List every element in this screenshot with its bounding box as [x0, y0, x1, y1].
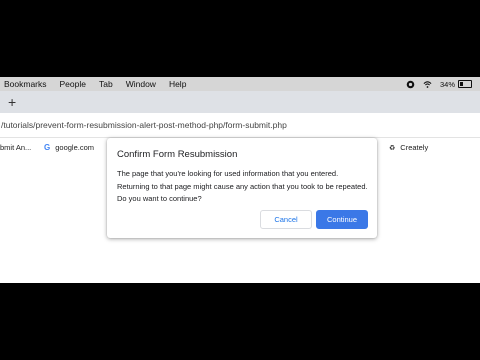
- dialog-title: Confirm Form Resubmission: [117, 149, 238, 160]
- battery-icon[interactable]: [458, 80, 472, 88]
- google-icon: G: [44, 143, 51, 152]
- confirm-dialog: Confirm Form Resubmission The page that …: [107, 138, 377, 238]
- menu-people[interactable]: People: [60, 79, 86, 89]
- bookmark-google[interactable]: G google.com: [44, 143, 94, 152]
- creately-icon: ♻: [389, 144, 396, 152]
- dialog-message: The page that you're looking for used in…: [117, 169, 368, 203]
- menu-tab[interactable]: Tab: [99, 79, 113, 89]
- bookmark-label: Creately: [400, 143, 429, 152]
- address-bar[interactable]: /tutorials/prevent-form-resubmission-ale…: [0, 113, 480, 138]
- wifi-icon[interactable]: [423, 80, 432, 89]
- continue-button[interactable]: Continue: [316, 210, 368, 229]
- cancel-button[interactable]: Cancel: [260, 210, 312, 229]
- browser-window: Bookmarks People Tab Window Help 34% + /…: [0, 77, 480, 283]
- menu-window[interactable]: Window: [126, 79, 156, 89]
- new-tab-button[interactable]: +: [8, 94, 16, 110]
- bookmark-item[interactable]: bmit An...: [0, 143, 31, 152]
- app-status-icon[interactable]: [406, 80, 415, 89]
- bookmark-label: google.com: [55, 143, 95, 152]
- menu-bar: Bookmarks People Tab Window Help 34%: [0, 77, 480, 91]
- bookmark-label: bmit An...: [0, 143, 32, 152]
- url-text[interactable]: /tutorials/prevent-form-resubmission-ale…: [1, 120, 287, 130]
- menu-help[interactable]: Help: [169, 79, 186, 89]
- menu-bookmarks[interactable]: Bookmarks: [4, 79, 47, 89]
- tab-strip: +: [0, 91, 480, 113]
- battery-percentage: 34%: [439, 79, 455, 89]
- status-area: 34%: [406, 77, 480, 91]
- bookmark-creately[interactable]: ♻ Creately: [389, 143, 428, 152]
